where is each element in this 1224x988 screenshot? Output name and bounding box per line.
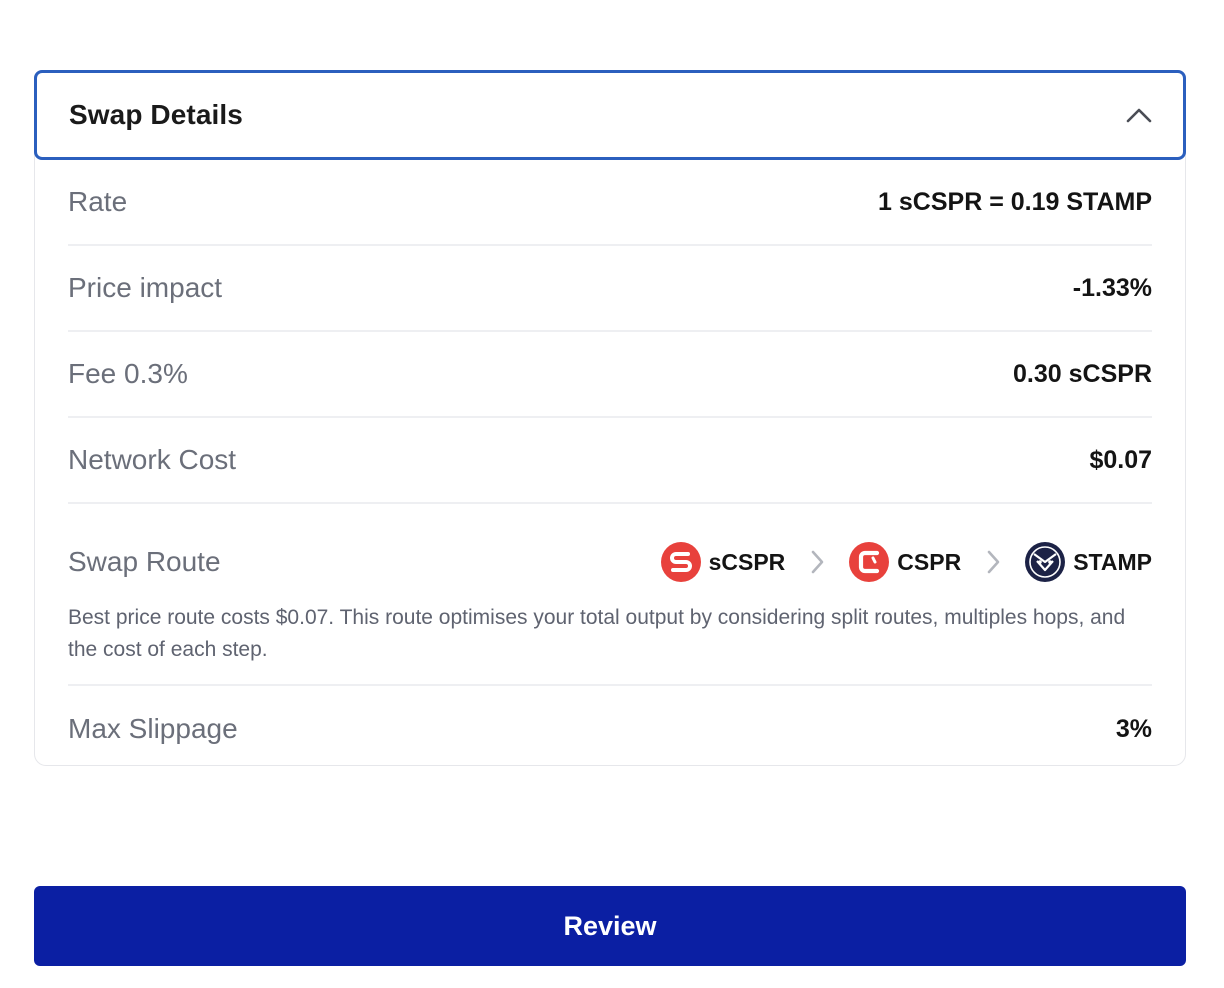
max-slippage-row: Max Slippage 3%	[68, 686, 1152, 772]
stamp-token-icon	[1025, 542, 1066, 582]
price-impact-label: Price impact	[68, 272, 223, 303]
route-token-name: CSPR	[897, 548, 962, 575]
swap-route-row: Swap Route sCSPR CSPR STAMP	[68, 504, 1152, 610]
swap-route-tokens: sCSPR CSPR STAMP	[660, 542, 1152, 582]
price-impact-value: -1.33%	[1072, 273, 1152, 302]
route-token-scspr: sCSPR	[660, 542, 786, 582]
fee-value: 0.30 sCSPR	[1013, 359, 1152, 388]
scspr-token-icon	[660, 542, 701, 582]
network-cost-row: Network Cost $0.07	[68, 418, 1152, 504]
chevron-up-icon[interactable]	[1125, 101, 1153, 129]
cspr-token-icon	[849, 542, 890, 582]
price-impact-row: Price impact -1.33%	[68, 246, 1152, 332]
swap-route-note: Best price route costs $0.07. This route…	[68, 606, 1126, 661]
review-button[interactable]: Review	[34, 886, 1186, 966]
fee-row: Fee 0.3% 0.30 sCSPR	[68, 332, 1152, 418]
route-token-cspr: CSPR	[849, 542, 961, 582]
network-cost-label: Network Cost	[68, 444, 237, 475]
rate-label: Rate	[68, 186, 128, 217]
swap-route-label: Swap Route	[68, 546, 221, 577]
swap-details-list: Rate 1 sCSPR = 0.19 STAMP Price impact -…	[68, 160, 1152, 772]
fee-label: Fee 0.3%	[68, 358, 188, 389]
max-slippage-label: Max Slippage	[68, 713, 238, 744]
route-token-name: sCSPR	[708, 548, 786, 575]
network-cost-value: $0.07	[1089, 445, 1152, 474]
route-token-name: STAMP	[1073, 548, 1152, 575]
swap-details-title: Swap Details	[69, 99, 243, 130]
swap-route-section: Swap Route sCSPR CSPR STAMP Best price r…	[68, 504, 1152, 686]
rate-value: 1 sCSPR = 0.19 STAMP	[878, 187, 1152, 216]
route-token-stamp: STAMP	[1025, 542, 1152, 582]
chevron-right-icon	[785, 549, 849, 575]
swap-details-header[interactable]: Swap Details	[34, 70, 1186, 160]
rate-row: Rate 1 sCSPR = 0.19 STAMP	[68, 160, 1152, 246]
max-slippage-value: 3%	[1115, 714, 1152, 743]
chevron-right-icon	[961, 549, 1025, 575]
